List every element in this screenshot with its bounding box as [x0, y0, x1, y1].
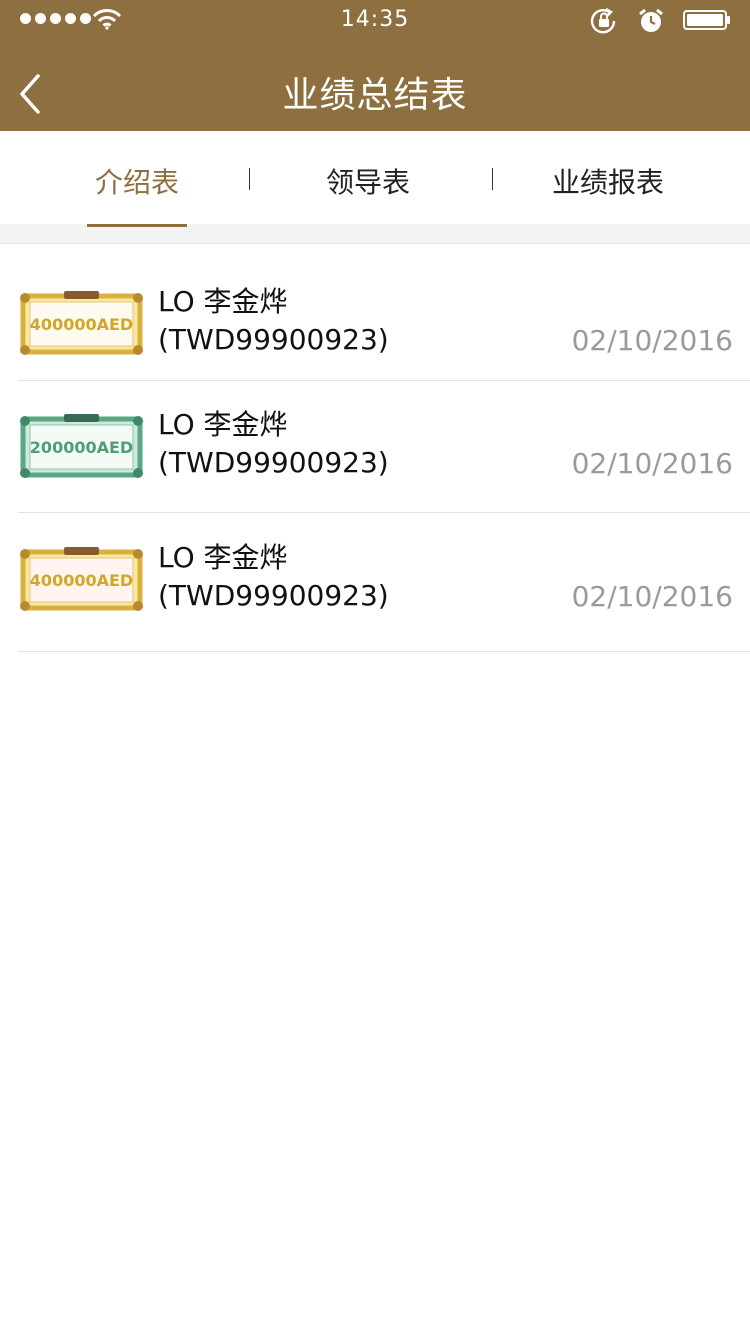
- tab-divider: [249, 168, 250, 190]
- record-code: (TWD99900923): [158, 323, 389, 356]
- list-item[interactable]: 200000AED LO 李金烨 (TWD99900923) 02/10/201…: [0, 381, 750, 513]
- status-bar: 14:35: [0, 0, 750, 40]
- certificate-amount: 200000AED: [30, 438, 133, 457]
- record-name: LO 李金烨: [158, 285, 288, 318]
- record-date: 02/10/2016: [571, 324, 733, 357]
- row-divider: [18, 651, 750, 652]
- list-item[interactable]: 400000AED LO 李金烨 (TWD99900923) 02/10/201…: [0, 513, 750, 652]
- tab-divider: [492, 168, 493, 190]
- record-date: 02/10/2016: [571, 447, 733, 480]
- tab-introduction[interactable]: 介绍表: [95, 161, 179, 201]
- page-title: 业绩总结表: [282, 75, 468, 116]
- certificate-amount: 400000AED: [30, 315, 133, 334]
- list-item[interactable]: 400000AED LO 李金烨 (TWD99900923) 02/10/201…: [0, 244, 750, 381]
- battery-icon: [683, 10, 730, 30]
- rotation-lock-icon: [590, 8, 616, 34]
- certificate-badge: 200000AED: [20, 412, 143, 480]
- section-spacer: [0, 224, 750, 244]
- active-tab-indicator: [87, 224, 187, 227]
- record-name: LO 李金烨: [158, 541, 288, 574]
- record-date: 02/10/2016: [571, 580, 733, 613]
- certificate-badge: 400000AED: [20, 289, 143, 357]
- record-name: LO 李金烨: [158, 408, 288, 441]
- alarm-icon: [639, 8, 663, 32]
- record-code: (TWD99900923): [158, 579, 389, 612]
- tab-leadership[interactable]: 领导表: [326, 161, 410, 201]
- tab-performance-report[interactable]: 业绩报表: [552, 161, 664, 201]
- app-header: 14:35 业绩总结表: [0, 0, 750, 131]
- tab-bar: 介绍表 领导表 业绩报表: [0, 131, 750, 224]
- certificate-badge: 400000AED: [20, 545, 143, 613]
- record-code: (TWD99900923): [158, 446, 389, 479]
- certificate-amount: 400000AED: [30, 571, 133, 590]
